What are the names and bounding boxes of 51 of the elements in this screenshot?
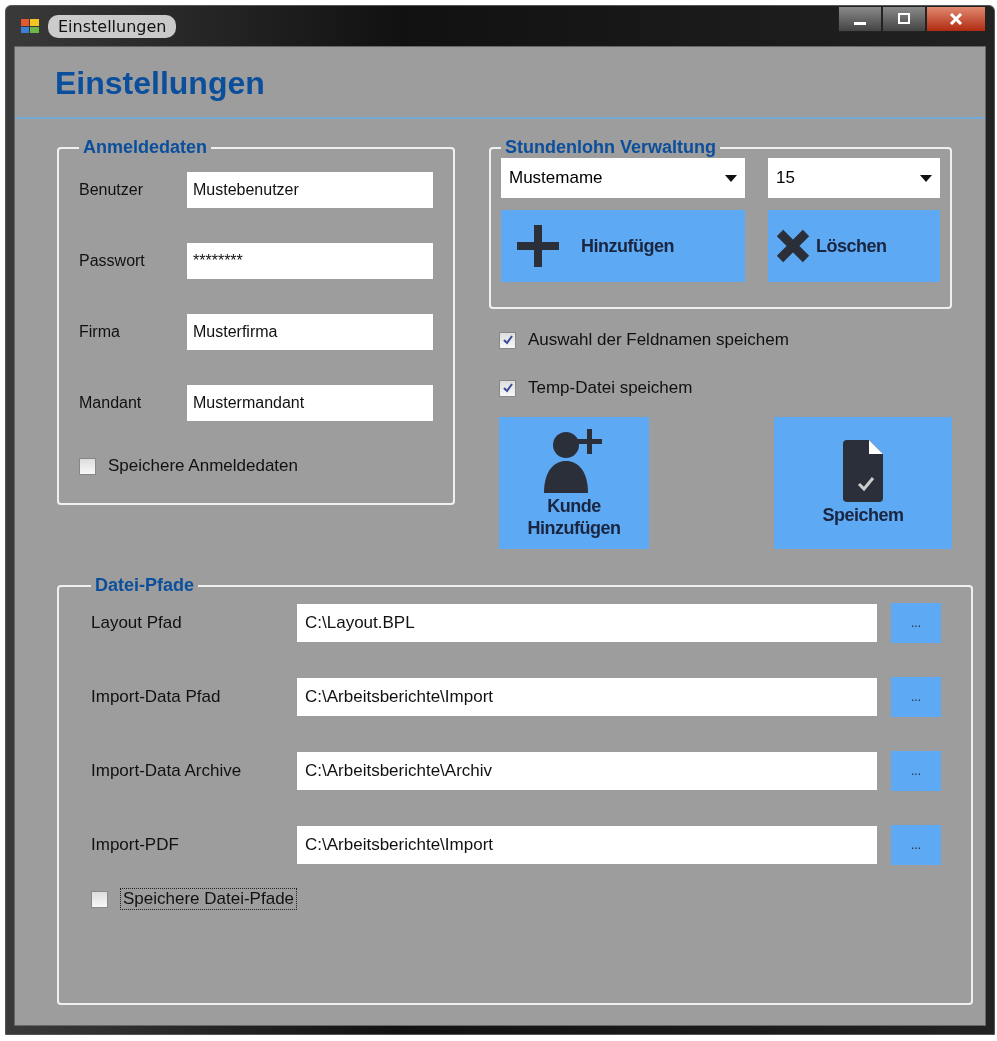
checkbox[interactable] bbox=[79, 457, 96, 475]
group-title: Stundenlohn Verwaltung bbox=[504, 137, 717, 158]
add-customer-button[interactable]: Kunde Hinzufügen bbox=[499, 417, 649, 549]
input-field[interactable]: Mustermandant bbox=[187, 385, 433, 421]
field-label: Firma bbox=[79, 323, 121, 341]
checkbox[interactable] bbox=[91, 890, 108, 908]
close-button[interactable] bbox=[926, 6, 986, 32]
path-field[interactable]: C:\Arbeitsberichte\Import bbox=[297, 826, 877, 864]
input-field[interactable]: ******** bbox=[187, 243, 433, 279]
close-icon bbox=[776, 229, 810, 263]
field-label: Passwort bbox=[79, 252, 146, 270]
save-button[interactable]: Speichem bbox=[774, 417, 952, 549]
field-label: Import-Data Archive bbox=[91, 761, 243, 781]
checkbox-label: Auswahl der Feldnamen speichem bbox=[528, 330, 789, 350]
maximize-icon bbox=[896, 13, 912, 25]
checkbox-label: Speichere Anmeldedaten bbox=[108, 456, 298, 476]
field-label: Import-Data Pfad bbox=[91, 687, 222, 707]
delete-button[interactable]: Löschen bbox=[768, 210, 940, 282]
checkbox[interactable] bbox=[499, 331, 516, 349]
minimize-button[interactable] bbox=[838, 6, 882, 32]
path-field[interactable]: C:\Layout.BPL bbox=[297, 604, 877, 642]
checkbox-label: Speichere Datei-Pfade bbox=[120, 888, 298, 910]
group-title: Datei-Pfade bbox=[94, 575, 196, 596]
browse-button[interactable]: ... bbox=[891, 677, 941, 717]
maximize-button[interactable] bbox=[882, 6, 926, 32]
plus-icon bbox=[517, 225, 559, 267]
minimize-icon bbox=[854, 21, 866, 25]
caret-icon bbox=[725, 174, 737, 182]
document-check-icon bbox=[843, 440, 883, 502]
input-field[interactable]: Mustebenutzer bbox=[187, 172, 433, 208]
field-label: Benutzer bbox=[79, 181, 145, 199]
name-dropdown[interactable]: Mustemame bbox=[501, 158, 745, 198]
browse-button[interactable]: ... bbox=[891, 825, 941, 865]
field-label: Import-PDF bbox=[91, 835, 180, 855]
window-title: Einstellungen bbox=[48, 14, 177, 38]
path-field[interactable]: C:\Arbeitsberichte\Import bbox=[297, 678, 877, 716]
close-icon bbox=[948, 13, 964, 25]
field-label: Layout Pfad bbox=[91, 613, 183, 633]
page-heading: Einstellungen bbox=[54, 64, 266, 103]
caret-icon bbox=[920, 174, 932, 182]
checkbox[interactable] bbox=[499, 379, 516, 397]
input-field[interactable]: Musterfirma bbox=[187, 314, 433, 350]
group-title: Anmeldedaten bbox=[82, 137, 209, 158]
browse-button[interactable]: ... bbox=[891, 751, 941, 791]
browse-button[interactable]: ... bbox=[891, 603, 941, 643]
rate-dropdown[interactable]: 15 bbox=[768, 158, 940, 198]
app-icon bbox=[20, 16, 40, 36]
path-field[interactable]: C:\Arbeitsberichte\Archiv bbox=[297, 752, 877, 790]
checkbox-label: Temp-Datei speichem bbox=[528, 378, 693, 398]
add-button[interactable]: Hinzufügen bbox=[501, 210, 745, 282]
field-label: Mandant bbox=[79, 394, 143, 412]
